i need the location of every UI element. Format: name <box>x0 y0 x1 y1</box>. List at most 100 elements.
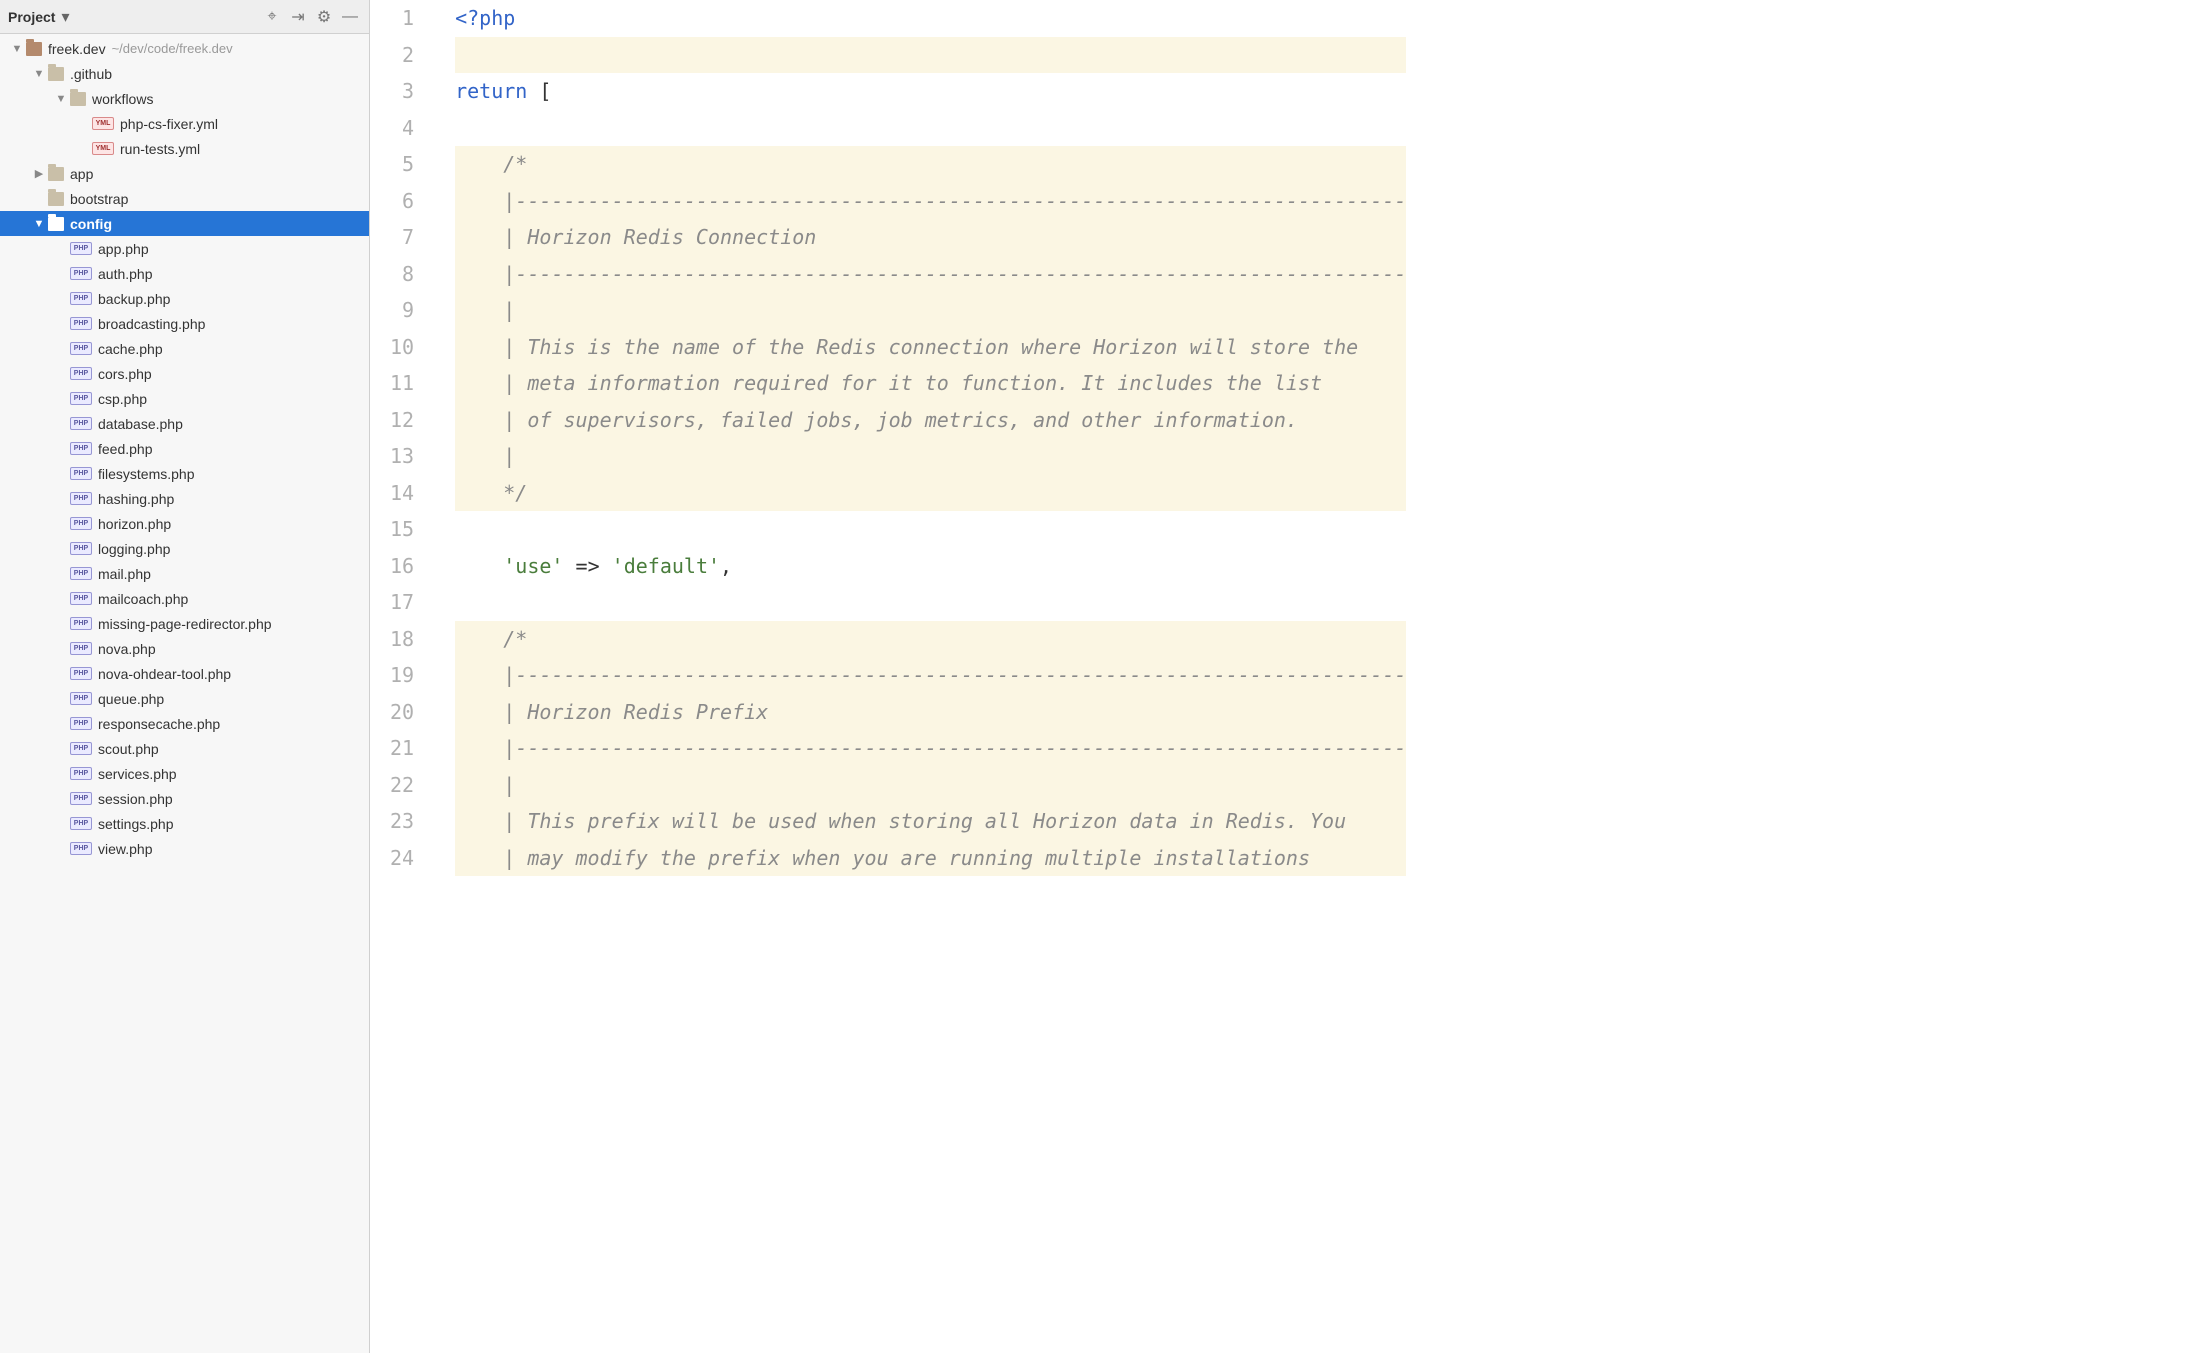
chevron-down-icon[interactable]: ▼ <box>54 92 68 106</box>
arrow-spacer <box>54 642 68 656</box>
tree-item-label: backup.php <box>98 291 170 307</box>
tree-item[interactable]: PHPhorizon.php <box>0 511 369 536</box>
tree-item[interactable]: ▶app <box>0 161 369 186</box>
arrow-spacer <box>32 192 46 206</box>
arrow-spacer <box>54 442 68 456</box>
tree-item[interactable]: PHPmail.php <box>0 561 369 586</box>
code-line[interactable]: | meta information required for it to fu… <box>455 365 1406 402</box>
tree-item-label: responsecache.php <box>98 716 220 732</box>
code-area[interactable]: <?php return [ /* |---------------------… <box>431 0 1406 1353</box>
tree-item[interactable]: PHPnova.php <box>0 636 369 661</box>
php-file-icon: PHP <box>70 617 92 630</box>
tree-item[interactable]: PHPapp.php <box>0 236 369 261</box>
tree-item[interactable]: PHPfilesystems.php <box>0 461 369 486</box>
sidebar-title[interactable]: Project <box>8 9 55 25</box>
tree-item[interactable]: PHPservices.php <box>0 761 369 786</box>
folder-icon <box>48 217 64 231</box>
tree-item[interactable]: PHPlogging.php <box>0 536 369 561</box>
line-number: 22 <box>390 767 414 804</box>
chevron-down-icon[interactable]: ▼ <box>32 217 46 231</box>
tree-item[interactable]: PHP scout.php <box>0 736 369 761</box>
tree-item[interactable]: PHPcache.php <box>0 336 369 361</box>
tree-item[interactable]: PHPresponsecache.php <box>0 711 369 736</box>
code-line[interactable]: |---------------------------------------… <box>455 183 1406 220</box>
tree-item[interactable]: PHP backup.php <box>0 286 369 311</box>
tree-item[interactable]: PHPhashing.php <box>0 486 369 511</box>
code-line[interactable]: /* <box>455 146 1406 183</box>
php-file-icon: PHP <box>70 292 92 305</box>
tree-item[interactable]: YMLrun-tests.yml <box>0 136 369 161</box>
code-line[interactable]: | Horizon Redis Prefix <box>455 694 1406 731</box>
code-line[interactable] <box>455 584 1406 621</box>
tree-item[interactable]: YMLphp-cs-fixer.yml <box>0 111 369 136</box>
chevron-down-icon[interactable]: ▾ <box>61 7 69 27</box>
tree-item-label: horizon.php <box>98 516 171 532</box>
tree-item[interactable]: PHPview.php <box>0 836 369 861</box>
code-line[interactable]: |---------------------------------------… <box>455 657 1406 694</box>
tree-item[interactable]: PHPmailcoach.php <box>0 586 369 611</box>
code-editor[interactable]: 123456789101112131415161718192021222324 … <box>370 0 2212 1353</box>
chevron-down-icon[interactable]: ▼ <box>32 67 46 81</box>
code-line[interactable] <box>455 110 1406 147</box>
php-file-icon: PHP <box>70 342 92 355</box>
code-line[interactable]: 'use' => 'default', <box>455 548 1406 585</box>
php-file-icon: PHP <box>70 367 92 380</box>
arrow-spacer <box>54 792 68 806</box>
chevron-down-icon[interactable]: ▼ <box>10 42 24 56</box>
tree-item-label: scout.php <box>98 741 159 757</box>
code-line[interactable]: | <box>455 292 1406 329</box>
tree-item[interactable]: PHPfeed.php <box>0 436 369 461</box>
chevron-right-icon[interactable]: ▶ <box>32 167 46 181</box>
line-number: 12 <box>390 402 414 439</box>
code-line[interactable]: |---------------------------------------… <box>455 730 1406 767</box>
php-file-icon: PHP <box>70 492 92 505</box>
arrow-spacer <box>54 842 68 856</box>
php-file-icon: PHP <box>70 392 92 405</box>
code-line[interactable]: | may modify the prefix when you are run… <box>455 840 1406 877</box>
code-line[interactable]: <?php <box>455 0 1406 37</box>
hide-icon[interactable]: — <box>339 6 361 28</box>
tree-item[interactable]: PHPqueue.php <box>0 686 369 711</box>
tree-item[interactable]: ▼config <box>0 211 369 236</box>
line-number: 5 <box>390 146 414 183</box>
code-line[interactable]: | <box>455 767 1406 804</box>
tree-item[interactable]: PHPauth.php <box>0 261 369 286</box>
code-line[interactable]: /* <box>455 621 1406 658</box>
code-line[interactable]: */ <box>455 475 1406 512</box>
code-line[interactable]: |---------------------------------------… <box>455 256 1406 293</box>
locate-icon[interactable]: ⌖ <box>261 6 283 28</box>
code-line[interactable]: | of supervisors, failed jobs, job metri… <box>455 402 1406 439</box>
tree-item[interactable]: PHPcsp.php <box>0 386 369 411</box>
tree-item[interactable]: PHPsession.php <box>0 786 369 811</box>
code-line[interactable]: | This prefix will be used when storing … <box>455 803 1406 840</box>
tree-item[interactable]: ▼workflows <box>0 86 369 111</box>
tree-item[interactable]: PHP database.php <box>0 411 369 436</box>
tree-item-label: database.php <box>98 416 183 432</box>
tree-item[interactable]: PHPsettings.php <box>0 811 369 836</box>
php-file-icon: PHP <box>70 742 92 755</box>
code-line[interactable] <box>455 37 1406 74</box>
code-line[interactable]: | This is the name of the Redis connecti… <box>455 329 1406 366</box>
tree-item-label: settings.php <box>98 816 174 832</box>
gear-icon[interactable]: ⚙ <box>313 6 335 28</box>
yml-file-icon: YML <box>92 117 114 130</box>
yml-file-icon: YML <box>92 142 114 155</box>
arrow-spacer <box>54 467 68 481</box>
code-line[interactable]: | <box>455 438 1406 475</box>
code-line[interactable]: | Horizon Redis Connection <box>455 219 1406 256</box>
tree-item[interactable]: ▼freek.dev~/dev/code/freek.dev <box>0 36 369 61</box>
tree-item[interactable]: ▼.github <box>0 61 369 86</box>
tree-item[interactable]: PHPnova-ohdear-tool.php <box>0 661 369 686</box>
arrow-spacer <box>54 692 68 706</box>
line-number: 18 <box>390 621 414 658</box>
php-file-icon: PHP <box>70 417 92 430</box>
tree-item[interactable]: PHPbroadcasting.php <box>0 311 369 336</box>
tree-item[interactable]: bootstrap <box>0 186 369 211</box>
code-line[interactable] <box>455 511 1406 548</box>
tree-item[interactable]: PHPmissing-page-redirector.php <box>0 611 369 636</box>
project-tree[interactable]: ▼freek.dev~/dev/code/freek.dev▼.github▼w… <box>0 34 369 1353</box>
tree-item[interactable]: PHPcors.php <box>0 361 369 386</box>
tree-item-label: mail.php <box>98 566 151 582</box>
collapse-icon[interactable]: ⇥ <box>287 6 309 28</box>
code-line[interactable]: return [ <box>455 73 1406 110</box>
